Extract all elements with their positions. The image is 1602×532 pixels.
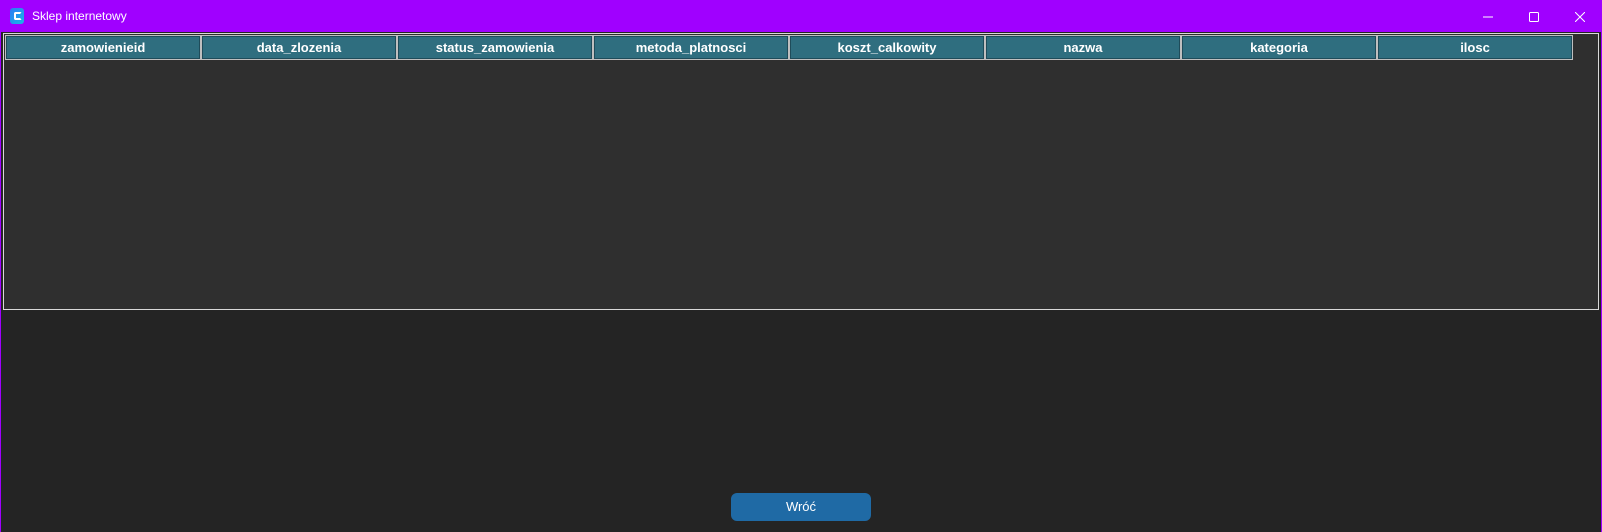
column-header-data-zlozenia[interactable]: data_zlozenia <box>201 35 397 60</box>
minimize-button[interactable] <box>1465 1 1511 32</box>
column-header-metoda-platnosci[interactable]: metoda_platnosci <box>593 35 789 60</box>
column-header-zamowienieid[interactable]: zamowienieid <box>5 35 201 60</box>
column-header-ilosc[interactable]: ilosc <box>1377 35 1573 60</box>
minimize-icon <box>1483 12 1493 22</box>
orders-table[interactable]: zamowienieid data_zlozenia status_zamowi… <box>3 33 1599 310</box>
title-bar[interactable]: Sklep internetowy <box>1 1 1601 32</box>
maximize-icon <box>1529 11 1539 22</box>
column-header-status-zamowienia[interactable]: status_zamowienia <box>397 35 593 60</box>
maximize-button[interactable] <box>1511 1 1557 32</box>
table-header: zamowienieid data_zlozenia status_zamowi… <box>5 35 1598 60</box>
column-header-koszt-calkowity[interactable]: koszt_calkowity <box>789 35 985 60</box>
close-icon <box>1575 11 1585 22</box>
table-body[interactable] <box>4 61 1598 309</box>
column-header-nazwa[interactable]: nazwa <box>985 35 1181 60</box>
app-logo-icon <box>10 8 24 24</box>
back-button[interactable]: Wróć <box>731 493 871 521</box>
main-content: zamowienieid data_zlozenia status_zamowi… <box>1 32 1601 532</box>
window-title: Sklep internetowy <box>32 9 127 23</box>
column-header-kategoria[interactable]: kategoria <box>1181 35 1377 60</box>
close-button[interactable] <box>1557 1 1602 32</box>
app-window: Sklep internetowy zamowienieid data_zloz… <box>0 0 1602 532</box>
